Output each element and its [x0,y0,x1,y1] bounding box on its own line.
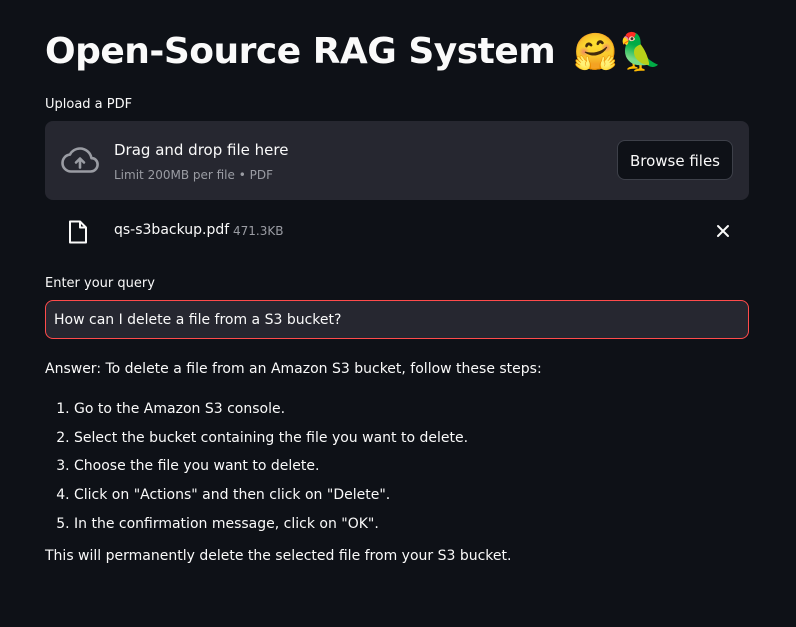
list-item: Click on "Actions" and then click on "De… [74,485,749,505]
cloud-upload-icon [61,147,99,173]
dropzone-limit-text: Limit 200MB per file • PDF [114,168,273,182]
page-title: Open-Source RAG System 🤗🦜 [45,26,663,79]
answer-block: Answer: To delete a file from an Amazon … [45,359,749,566]
list-item: Go to the Amazon S3 console. [74,399,749,419]
list-item: In the confirmation message, click on "O… [74,514,749,534]
list-item: Select the bucket containing the file yo… [74,428,749,448]
page-title-text: Open-Source RAG System [45,31,556,72]
title-emoji: 🤗🦜 [573,32,663,73]
app-page: Open-Source RAG System 🤗🦜 Upload a PDF D… [0,0,796,627]
file-dropzone[interactable]: Drag and drop file here Limit 200MB per … [45,121,749,200]
close-icon[interactable] [715,223,731,239]
uploaded-file-size: 471.3KB [233,224,284,238]
file-icon [69,220,87,244]
answer-intro: Answer: To delete a file from an Amazon … [45,361,542,377]
answer-outro: This will permanently delete the selecte… [45,547,512,564]
upload-label: Upload a PDF [45,97,133,112]
uploaded-file-name: qs-s3backup.pdf [114,222,230,238]
list-item: Choose the file you want to delete. [74,456,749,476]
browse-files-button[interactable]: Browse files [616,140,733,180]
dropzone-instructions: Drag and drop file here [114,141,289,159]
uploaded-file-row: qs-s3backup.pdf 471.3KB [45,212,749,252]
answer-steps-list: Go to the Amazon S3 console. Select the … [45,399,749,534]
query-input[interactable] [45,300,749,339]
query-label: Enter your query [45,276,155,291]
